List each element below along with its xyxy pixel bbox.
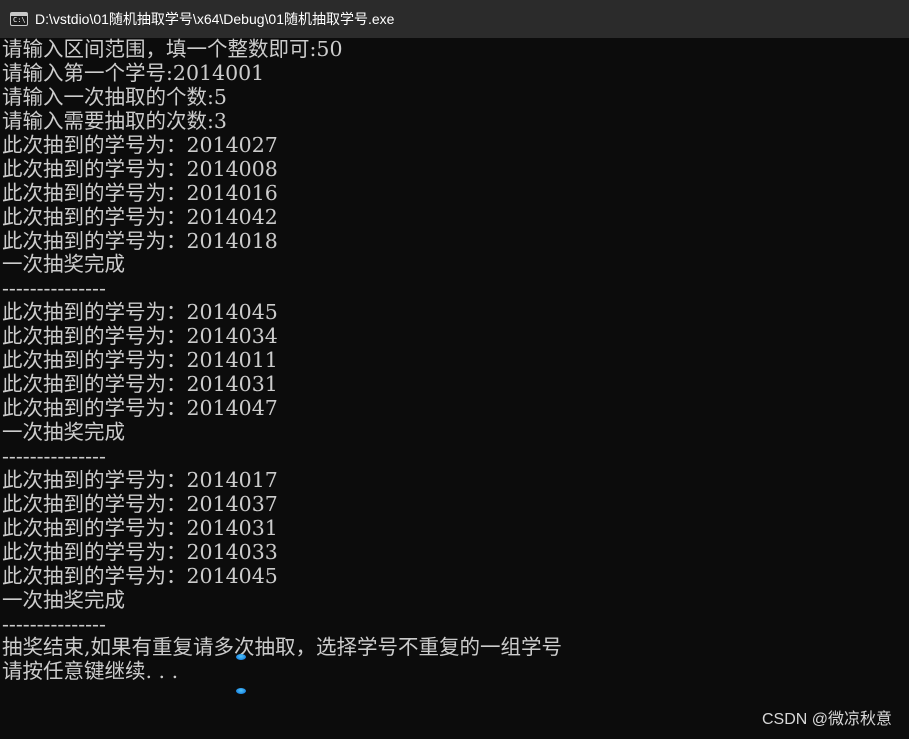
console-line: --------------- bbox=[2, 443, 106, 468]
console-line: 此次抽到的学号为：2014018 bbox=[2, 228, 278, 253]
console-line: 请输入第一个学号:2014001 bbox=[2, 60, 265, 85]
console-line: 此次抽到的学号为：2014047 bbox=[2, 396, 278, 421]
console-line: 此次抽到的学号为：2014008 bbox=[2, 156, 278, 181]
console-line: 此次抽到的学号为：2014016 bbox=[2, 180, 278, 205]
console-line: 一次抽奖完成 bbox=[2, 587, 125, 612]
mouse-cursor-icon bbox=[236, 654, 246, 660]
console-line: 抽奖结束,如果有重复请多次抽取，选择学号不重复的一组学号 bbox=[2, 635, 563, 660]
title-bar[interactable]: C:\ D:\vstdio\01随机抽取学号\x64\Debug\01随机抽取学… bbox=[0, 0, 909, 38]
console-line: 请输入区间范围，填一个整数即可:50 bbox=[2, 37, 343, 61]
csdn-watermark: CSDN @微凉秋意 bbox=[761, 711, 892, 728]
console-line: 此次抽到的学号为：2014031 bbox=[2, 515, 278, 540]
window-title: D:\vstdio\01随机抽取学号\x64\Debug\01随机抽取学号.ex… bbox=[35, 11, 395, 27]
console-line: 此次抽到的学号为：2014031 bbox=[2, 372, 278, 397]
console-line: --------------- bbox=[2, 611, 106, 636]
console-line: 此次抽到的学号为：2014045 bbox=[2, 300, 278, 325]
console-line: 一次抽奖完成 bbox=[2, 420, 125, 444]
console-line: 此次抽到的学号为：2014037 bbox=[2, 491, 278, 516]
console-app-icon[interactable]: C:\ bbox=[10, 12, 28, 26]
console-window: C:\ D:\vstdio\01随机抽取学号\x64\Debug\01随机抽取学… bbox=[0, 0, 909, 739]
icon-glyph: C:\ bbox=[13, 16, 26, 24]
console-output[interactable]: 请输入区间范围，填一个整数即可:50 请输入第一个学号:2014001 请输入一次抽… bbox=[2, 37, 902, 684]
console-line: 此次抽到的学号为：2014011 bbox=[2, 348, 278, 373]
console-line: --------------- bbox=[2, 276, 106, 301]
console-line: 一次抽奖完成 bbox=[2, 252, 125, 277]
console-line: 此次抽到的学号为：2014042 bbox=[2, 204, 278, 229]
console-line: 请输入需要抽取的次数:3 bbox=[2, 108, 227, 133]
console-line: 此次抽到的学号为：2014027 bbox=[2, 132, 278, 157]
console-line: 请输入一次抽取的个数:5 bbox=[2, 84, 227, 109]
console-line: 请按任意键继续. . . bbox=[2, 659, 179, 684]
console-line: 此次抽到的学号为：2014034 bbox=[2, 324, 278, 349]
console-line: 此次抽到的学号为：2014017 bbox=[2, 467, 278, 492]
text-cursor-icon bbox=[236, 688, 246, 694]
console-line: 此次抽到的学号为：2014045 bbox=[2, 563, 278, 588]
console-line: 此次抽到的学号为：2014033 bbox=[2, 539, 278, 564]
